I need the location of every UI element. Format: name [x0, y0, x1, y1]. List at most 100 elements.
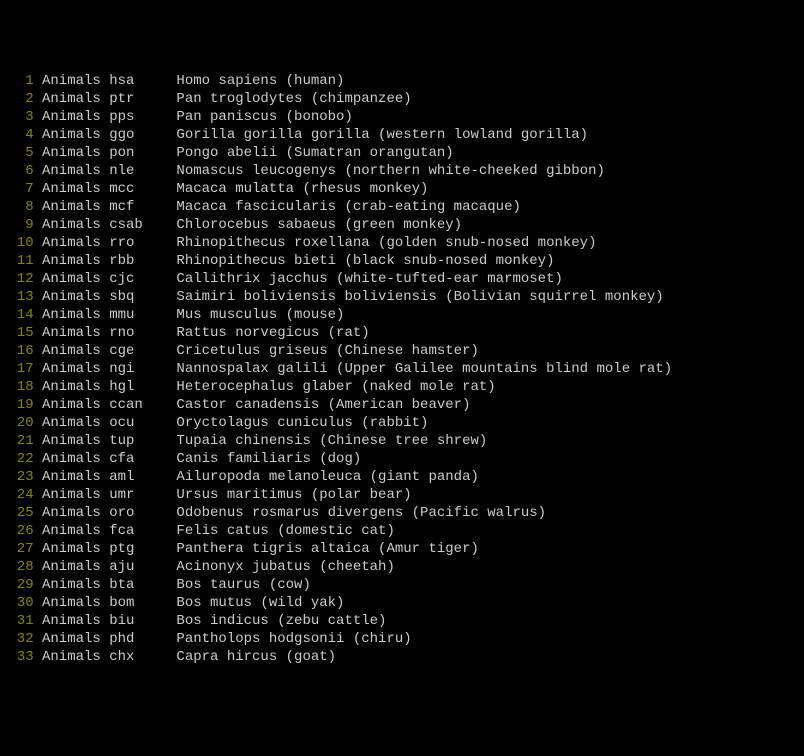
line-number: 2 — [0, 90, 34, 108]
line-number: 1 — [0, 72, 34, 90]
text-line: 19 Animals ccan Castor canadensis (Ameri… — [0, 396, 804, 414]
line-content: Animals ocu Oryctolagus cuniculus (rabbi… — [34, 415, 429, 431]
line-content: Animals tup Tupaia chinensis (Chinese tr… — [34, 433, 488, 449]
line-number: 29 — [0, 576, 34, 594]
line-number: 24 — [0, 486, 34, 504]
line-number: 8 — [0, 198, 34, 216]
line-number: 18 — [0, 378, 34, 396]
line-content: Animals ptg Panthera tigris altaica (Amu… — [34, 541, 479, 557]
text-line: 26 Animals fca Felis catus (domestic cat… — [0, 522, 804, 540]
text-line: 3 Animals pps Pan paniscus (bonobo) — [0, 108, 804, 126]
line-content: Animals mcf Macaca fascicularis (crab-ea… — [34, 199, 521, 215]
line-number: 17 — [0, 360, 34, 378]
text-line: 2 Animals ptr Pan troglodytes (chimpanze… — [0, 90, 804, 108]
line-content: Animals ggo Gorilla gorilla gorilla (wes… — [34, 127, 589, 143]
line-content: Animals fca Felis catus (domestic cat) — [34, 523, 395, 539]
line-number: 20 — [0, 414, 34, 432]
text-line: 17 Animals ngi Nannospalax galili (Upper… — [0, 360, 804, 378]
terminal-output: 1 Animals hsa Homo sapiens (human) 2 Ani… — [0, 72, 804, 666]
line-content: Animals cjc Callithrix jacchus (white-tu… — [34, 271, 563, 287]
line-content: Animals rro Rhinopithecus roxellana (gol… — [34, 235, 597, 251]
line-content: Animals rno Rattus norvegicus (rat) — [34, 325, 370, 341]
line-number: 6 — [0, 162, 34, 180]
line-number: 26 — [0, 522, 34, 540]
line-content: Animals bta Bos taurus (cow) — [34, 577, 311, 593]
line-number: 7 — [0, 180, 34, 198]
text-line: 1 Animals hsa Homo sapiens (human) — [0, 72, 804, 90]
line-content: Animals chx Capra hircus (goat) — [34, 649, 336, 665]
text-line: 4 Animals ggo Gorilla gorilla gorilla (w… — [0, 126, 804, 144]
text-line: 27 Animals ptg Panthera tigris altaica (… — [0, 540, 804, 558]
line-number: 31 — [0, 612, 34, 630]
text-line: 25 Animals oro Odobenus rosmarus diverge… — [0, 504, 804, 522]
line-content: Animals pps Pan paniscus (bonobo) — [34, 109, 353, 125]
line-content: Animals csab Chlorocebus sabaeus (green … — [34, 217, 462, 233]
line-content: Animals biu Bos indicus (zebu cattle) — [34, 613, 387, 629]
line-content: Animals phd Pantholops hodgsonii (chiru) — [34, 631, 412, 647]
text-line: 6 Animals nle Nomascus leucogenys (north… — [0, 162, 804, 180]
line-number: 13 — [0, 288, 34, 306]
text-line: 16 Animals cge Cricetulus griseus (Chine… — [0, 342, 804, 360]
line-number: 9 — [0, 216, 34, 234]
text-line: 10 Animals rro Rhinopithecus roxellana (… — [0, 234, 804, 252]
text-line: 32 Animals phd Pantholops hodgsonii (chi… — [0, 630, 804, 648]
text-line: 20 Animals ocu Oryctolagus cuniculus (ra… — [0, 414, 804, 432]
line-number: 23 — [0, 468, 34, 486]
line-number: 12 — [0, 270, 34, 288]
text-line: 13 Animals sbq Saimiri boliviensis boliv… — [0, 288, 804, 306]
line-number: 28 — [0, 558, 34, 576]
line-content: Animals mcc Macaca mulatta (rhesus monke… — [34, 181, 429, 197]
line-number: 14 — [0, 306, 34, 324]
text-line: 7 Animals mcc Macaca mulatta (rhesus mon… — [0, 180, 804, 198]
text-line: 14 Animals mmu Mus musculus (mouse) — [0, 306, 804, 324]
line-content: Animals umr Ursus maritimus (polar bear) — [34, 487, 412, 503]
line-content: Animals mmu Mus musculus (mouse) — [34, 307, 345, 323]
text-line: 11 Animals rbb Rhinopithecus bieti (blac… — [0, 252, 804, 270]
line-number: 25 — [0, 504, 34, 522]
text-line: 31 Animals biu Bos indicus (zebu cattle) — [0, 612, 804, 630]
line-number: 16 — [0, 342, 34, 360]
line-number: 27 — [0, 540, 34, 558]
text-line: 23 Animals aml Ailuropoda melanoleuca (g… — [0, 468, 804, 486]
line-content: Animals aju Acinonyx jubatus (cheetah) — [34, 559, 395, 575]
text-line: 18 Animals hgl Heterocephalus glaber (na… — [0, 378, 804, 396]
text-line: 21 Animals tup Tupaia chinensis (Chinese… — [0, 432, 804, 450]
line-content: Animals pon Pongo abelii (Sumatran orang… — [34, 145, 454, 161]
line-number: 33 — [0, 648, 34, 666]
text-line: 33 Animals chx Capra hircus (goat) — [0, 648, 804, 666]
text-line: 9 Animals csab Chlorocebus sabaeus (gree… — [0, 216, 804, 234]
text-line: 30 Animals bom Bos mutus (wild yak) — [0, 594, 804, 612]
line-number: 32 — [0, 630, 34, 648]
line-content: Animals ccan Castor canadensis (American… — [34, 397, 471, 413]
line-content: Animals ptr Pan troglodytes (chimpanzee) — [34, 91, 412, 107]
line-content: Animals sbq Saimiri boliviensis bolivien… — [34, 289, 664, 305]
line-content: Animals oro Odobenus rosmarus divergens … — [34, 505, 546, 521]
line-content: Animals cfa Canis familiaris (dog) — [34, 451, 362, 467]
line-number: 11 — [0, 252, 34, 270]
line-number: 4 — [0, 126, 34, 144]
line-number: 5 — [0, 144, 34, 162]
text-line: 12 Animals cjc Callithrix jacchus (white… — [0, 270, 804, 288]
line-content: Animals bom Bos mutus (wild yak) — [34, 595, 345, 611]
line-content: Animals rbb Rhinopithecus bieti (black s… — [34, 253, 555, 269]
text-line: 24 Animals umr Ursus maritimus (polar be… — [0, 486, 804, 504]
line-number: 30 — [0, 594, 34, 612]
line-number: 10 — [0, 234, 34, 252]
line-content: Animals nle Nomascus leucogenys (norther… — [34, 163, 605, 179]
text-line: 28 Animals aju Acinonyx jubatus (cheetah… — [0, 558, 804, 576]
line-number: 21 — [0, 432, 34, 450]
line-number: 19 — [0, 396, 34, 414]
line-number: 15 — [0, 324, 34, 342]
text-line: 5 Animals pon Pongo abelii (Sumatran ora… — [0, 144, 804, 162]
line-content: Animals ngi Nannospalax galili (Upper Ga… — [34, 361, 673, 377]
line-number: 22 — [0, 450, 34, 468]
text-line: 29 Animals bta Bos taurus (cow) — [0, 576, 804, 594]
text-line: 15 Animals rno Rattus norvegicus (rat) — [0, 324, 804, 342]
text-line: 22 Animals cfa Canis familiaris (dog) — [0, 450, 804, 468]
line-content: Animals hsa Homo sapiens (human) — [34, 73, 345, 89]
text-line: 8 Animals mcf Macaca fascicularis (crab-… — [0, 198, 804, 216]
line-content: Animals hgl Heterocephalus glaber (naked… — [34, 379, 496, 395]
line-content: Animals aml Ailuropoda melanoleuca (gian… — [34, 469, 479, 485]
line-number: 3 — [0, 108, 34, 126]
line-content: Animals cge Cricetulus griseus (Chinese … — [34, 343, 479, 359]
